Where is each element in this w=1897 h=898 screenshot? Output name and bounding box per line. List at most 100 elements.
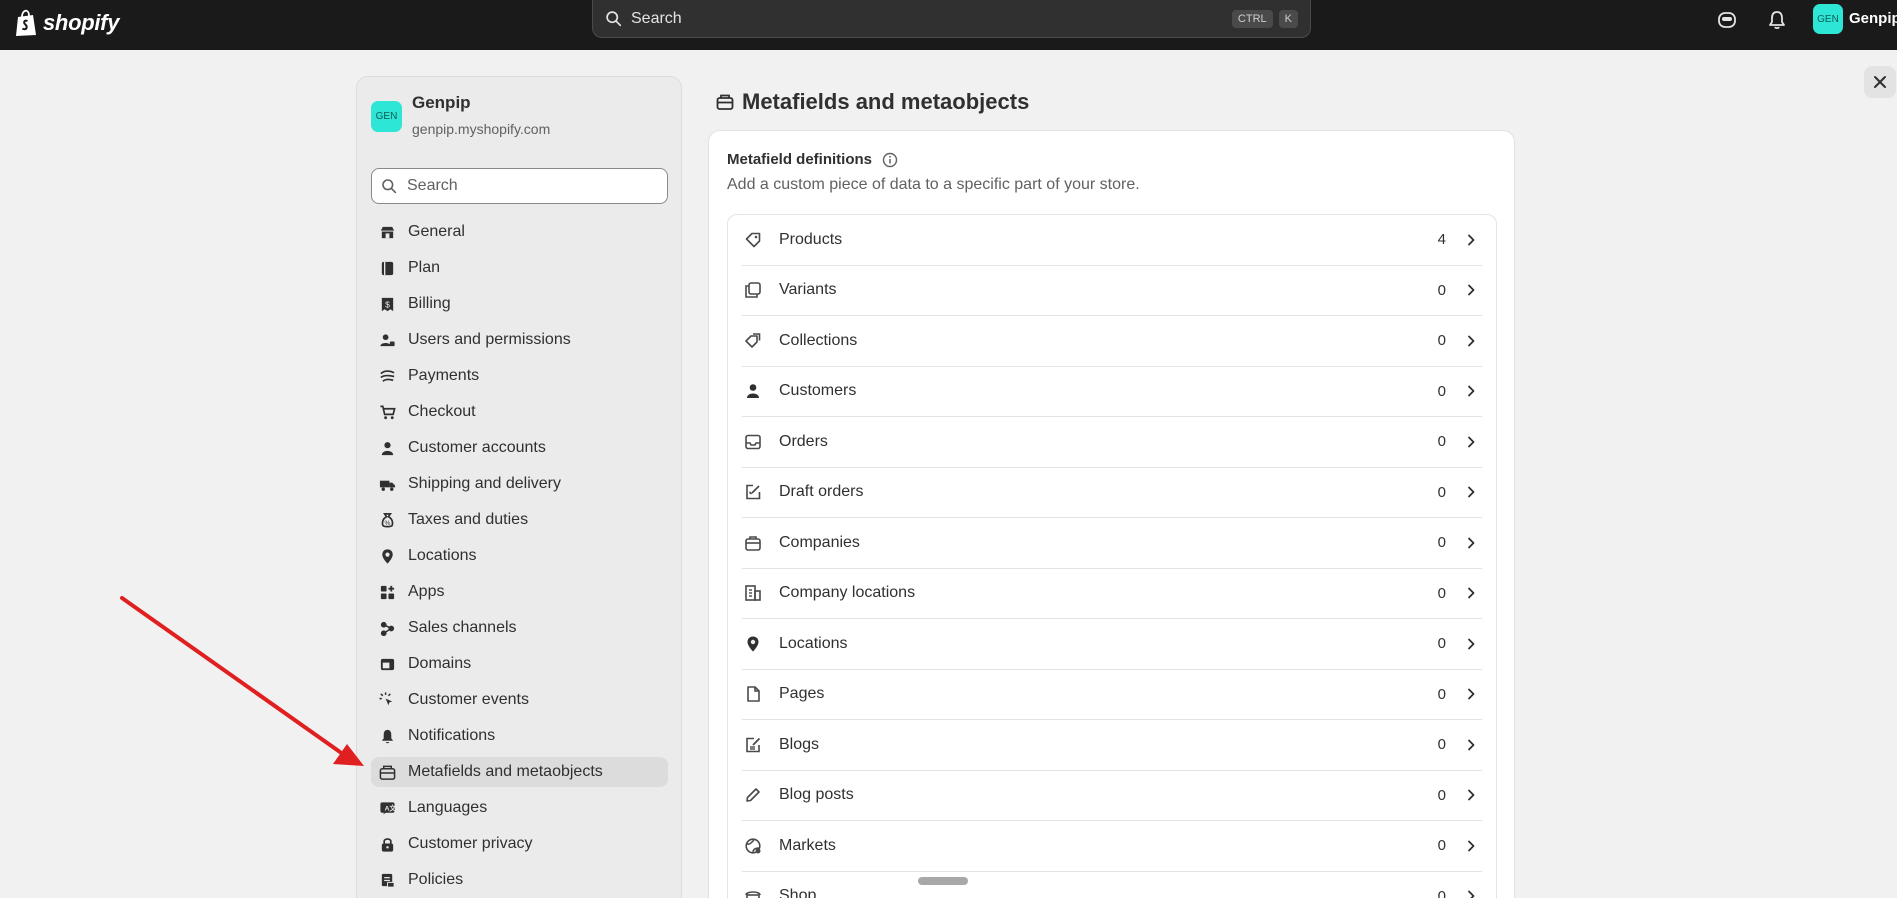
pencil-icon — [746, 788, 760, 803]
metafield-row-pages[interactable]: Pages 0 — [742, 670, 1482, 720]
sidebar-item-languages[interactable]: A 文 Languages — [371, 793, 668, 823]
metafield-row-products[interactable]: Products 4 — [742, 215, 1482, 266]
sidebar-item-apps[interactable]: Apps — [371, 577, 668, 607]
cursor-icon — [379, 691, 393, 705]
metafield-row-markets[interactable]: Markets 0 — [742, 821, 1482, 872]
sidekick-icon[interactable] — [1716, 9, 1738, 31]
sidebar-item-shipping-and-delivery[interactable]: Shipping and delivery — [371, 469, 668, 499]
sidebar-item-label: Payments — [408, 367, 480, 384]
svg-text:文: 文 — [389, 803, 396, 812]
sidebar-item-customer-accounts[interactable]: Customer accounts — [371, 433, 668, 463]
search-icon — [606, 11, 622, 27]
sidebar-item-users-and-permissions[interactable]: Users and permissions — [371, 325, 668, 355]
store-avatar: GEN — [371, 101, 402, 132]
card-description: Add a custom piece of data to a specific… — [727, 176, 1140, 193]
metafield-row-variants[interactable]: Variants 0 — [742, 266, 1482, 316]
row-label: Pages — [779, 685, 825, 703]
metafield-row-locations[interactable]: Locations 0 — [742, 619, 1482, 670]
metafield-row-blogs[interactable]: Blogs 0 — [742, 720, 1482, 771]
shop-icon — [745, 891, 761, 898]
inbox-icon — [745, 434, 761, 450]
shopify-bag-icon — [16, 9, 36, 36]
sidebar-item-label: General — [408, 223, 465, 240]
globe-icon — [745, 838, 761, 854]
row-count: 0 — [1437, 433, 1446, 451]
sidebar-item-label: Customer events — [408, 691, 529, 708]
sidebar-item-label: Checkout — [408, 403, 476, 420]
sidebar-item-label: Policies — [408, 871, 464, 888]
sidebar-item-customer-events[interactable]: Customer events — [371, 685, 668, 715]
metafield-row-draft-orders[interactable]: Draft orders 0 — [742, 468, 1482, 518]
row-label: Collections — [779, 331, 858, 349]
store-name-top[interactable]: Genpip — [1849, 10, 1897, 27]
bell-icon[interactable] — [1766, 9, 1788, 31]
variants-icon — [745, 282, 761, 299]
metafield-row-shop[interactable]: Shop 0 — [742, 872, 1482, 898]
row-count: 0 — [1437, 786, 1446, 804]
building-icon — [745, 585, 761, 602]
sidebar-item-billing[interactable]: $ Billing — [371, 289, 668, 319]
brand-name: shopify — [43, 10, 120, 35]
chevron-right-icon — [1468, 638, 1475, 650]
metafield-row-companies[interactable]: Companies 0 — [742, 518, 1482, 569]
sales-channels-icon — [380, 621, 395, 636]
row-count: 0 — [1437, 837, 1446, 855]
row-label: Variants — [779, 281, 837, 299]
row-label: Shop — [779, 887, 817, 898]
metafield-row-collections[interactable]: Collections 0 — [742, 316, 1482, 367]
user-avatar[interactable]: GEN — [1813, 4, 1843, 34]
metafields-icon — [379, 765, 396, 780]
shopify-logo[interactable]: shopify — [14, 6, 119, 40]
blog-icon — [746, 737, 761, 753]
close-settings-button[interactable] — [1864, 66, 1896, 98]
chevron-right-icon — [1468, 739, 1475, 751]
scroll-handle[interactable] — [918, 877, 968, 885]
info-icon[interactable] — [882, 152, 898, 168]
metafield-row-customers[interactable]: Customers 0 — [742, 367, 1482, 417]
chevron-right-icon — [1468, 890, 1475, 898]
metafield-definitions-card: Metafield definitions Add a custom piece… — [708, 130, 1515, 898]
sidebar-item-plan[interactable]: Plan — [371, 253, 668, 283]
sidebar-item-taxes-and-duties[interactable]: % Taxes and duties — [371, 505, 668, 535]
chevron-right-icon — [1468, 789, 1475, 801]
row-count: 0 — [1437, 584, 1446, 602]
row-count: 0 — [1437, 887, 1446, 898]
store-header: GEN Genpip genpip.myshopify.com — [371, 93, 550, 137]
chevron-right-icon — [1468, 587, 1475, 599]
chevron-right-icon — [1468, 688, 1475, 700]
metafield-row-blog-posts[interactable]: Blog posts 0 — [742, 771, 1482, 821]
sidebar-item-general[interactable]: General — [371, 217, 668, 247]
store-name: Genpip — [412, 93, 471, 112]
sidebar-item-sales-channels[interactable]: Sales channels — [371, 613, 668, 643]
row-label: Draft orders — [779, 483, 864, 501]
sidebar-item-label: Shipping and delivery — [408, 475, 561, 492]
sidebar-item-locations[interactable]: Locations — [371, 541, 668, 571]
row-label: Companies — [779, 533, 860, 551]
page-title: Metafields and metaobjects — [716, 89, 1029, 115]
taxes-icon: % — [381, 512, 394, 527]
sidebar-item-customer-privacy[interactable]: Customer privacy — [371, 829, 668, 859]
sidebar-item-checkout[interactable]: Checkout — [371, 397, 668, 427]
person-icon — [381, 441, 394, 455]
metafield-row-company-locations[interactable]: Company locations 0 — [742, 569, 1482, 619]
page-title-text: Metafields and metaobjects — [742, 89, 1030, 114]
sidebar-item-payments[interactable]: Payments — [371, 361, 668, 391]
global-search-input[interactable]: Search CTRL K — [592, 0, 1311, 38]
policies-icon — [381, 873, 395, 888]
row-label: Company locations — [779, 584, 916, 602]
sidebar-item-notifications[interactable]: Notifications — [371, 721, 668, 751]
settings-search-input[interactable]: Search — [371, 168, 668, 204]
payments-icon — [380, 369, 395, 382]
row-count: 0 — [1437, 534, 1446, 552]
domains-icon — [380, 658, 395, 670]
sidebar-item-label: Users and permissions — [408, 331, 571, 348]
metafield-row-orders[interactable]: Orders 0 — [742, 417, 1482, 468]
sidebar-item-metafields-and-metaobjects[interactable]: Metafields and metaobjects — [371, 757, 668, 787]
bell-icon — [381, 729, 394, 743]
row-count: 0 — [1437, 635, 1446, 653]
sidebar-item-label: Metafields and metaobjects — [408, 763, 603, 780]
sidebar-item-label: Languages — [408, 799, 488, 816]
row-label: Products — [779, 230, 843, 248]
sidebar-item-policies[interactable]: Policies — [371, 865, 668, 895]
sidebar-item-domains[interactable]: Domains — [371, 649, 668, 679]
